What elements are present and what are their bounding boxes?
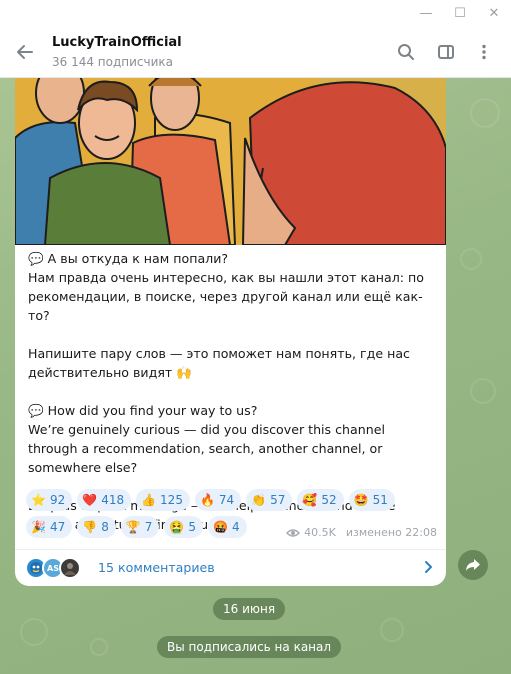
reaction-count: 8 [101, 520, 109, 534]
reaction-star-struck[interactable]: 🤩 51 [348, 489, 395, 511]
person-avatar-icon [64, 563, 76, 575]
reaction-angry[interactable]: 🤬 4 [208, 516, 247, 538]
reaction-count: 418 [101, 493, 125, 507]
trophy-icon: 🏆 [125, 520, 141, 534]
clap-icon: 👏 [251, 493, 267, 507]
thumbs-up-icon: 👍 [141, 493, 157, 507]
eye-icon [286, 528, 301, 537]
reaction-party[interactable]: 🎉 47 [26, 516, 73, 538]
vomit-face-icon: 🤮 [169, 520, 185, 534]
reaction-count: 57 [270, 493, 286, 507]
reaction-count: 47 [49, 520, 66, 534]
background-doodle [470, 98, 500, 128]
share-button[interactable] [458, 550, 488, 580]
reaction-count: 52 [321, 493, 337, 507]
more-vertical-icon [482, 44, 486, 60]
post-illustration[interactable] [15, 78, 446, 245]
sidebar-toggle-button[interactable] [434, 40, 458, 64]
heart-icon: ❤️ [82, 493, 98, 507]
reaction-trophy[interactable]: 🏆 7 [120, 516, 160, 538]
people-crowd-image [15, 78, 446, 245]
window-titlebar: — ☐ ✕ [0, 0, 511, 26]
reaction-count: 4 [231, 520, 240, 534]
share-arrow-icon [466, 559, 480, 571]
commenter-avatars: AS [25, 557, 89, 579]
post-meta: 40.5K изменено 22:08 [286, 526, 437, 539]
sidebar-toggle-icon [438, 45, 454, 59]
chat-header: LuckyTrainOfficial 36 144 подписчика [0, 26, 511, 78]
reaction-smiling-hearts[interactable]: 🥰 52 [297, 489, 344, 511]
comments-count-label: 15 комментариев [98, 560, 215, 575]
reaction-count: 74 [218, 493, 235, 507]
edited-time: изменено 22:08 [345, 526, 437, 539]
service-message: Вы подписались на канал [157, 636, 342, 658]
reaction-vomit[interactable]: 🤮 5 [164, 516, 204, 538]
star-icon: ⭐ [31, 493, 46, 507]
fire-icon: 🔥 [199, 493, 215, 507]
date-badge: 16 июня [213, 598, 286, 620]
reaction-star[interactable]: ⭐ 92 [26, 489, 73, 511]
back-arrow-icon [17, 45, 33, 59]
comments-button[interactable]: AS 15 комментариев [15, 550, 446, 586]
character-avatar-icon [30, 562, 42, 574]
channel-post: 💬 А вы откуда к нам попали? Нам правда о… [15, 78, 446, 586]
background-doodle [20, 618, 48, 646]
reactions-row: ⭐ 92 ❤️ 418 👍 125 🔥 74 👏 57 🥰 52 🤩 51 [26, 489, 446, 511]
reaction-count: 51 [372, 493, 388, 507]
reaction-thumbs-down[interactable]: 👎 8 [77, 516, 116, 538]
view-count: 40.5K [304, 526, 336, 539]
avatar [59, 557, 81, 579]
chevron-right-icon [425, 561, 432, 573]
maximize-button[interactable]: ☐ [443, 0, 477, 26]
reaction-clap[interactable]: 👏 57 [246, 489, 293, 511]
channel-title[interactable]: LuckyTrainOfficial [52, 35, 182, 50]
reaction-thumbs-up[interactable]: 👍 125 [136, 489, 190, 511]
smiling-hearts-icon: 🥰 [302, 493, 318, 507]
reaction-count: 125 [160, 493, 183, 507]
search-button[interactable] [394, 40, 418, 64]
subscriber-count: 36 144 подписчика [52, 55, 174, 69]
background-doodle [460, 248, 482, 270]
search-icon [398, 44, 414, 60]
star-struck-icon: 🤩 [353, 493, 369, 507]
more-button[interactable] [472, 40, 496, 64]
background-doodle [380, 618, 404, 642]
back-button[interactable] [12, 39, 38, 65]
background-doodle [470, 378, 496, 404]
reaction-count: 5 [188, 520, 197, 534]
minimize-button[interactable]: — [409, 0, 443, 26]
reaction-fire[interactable]: 🔥 74 [194, 489, 242, 511]
angry-face-icon: 🤬 [213, 520, 228, 534]
thumbs-down-icon: 👎 [82, 520, 98, 534]
close-button[interactable]: ✕ [477, 0, 511, 26]
party-popper-icon: 🎉 [31, 520, 46, 534]
reaction-count: 7 [144, 520, 153, 534]
background-doodle [90, 638, 108, 656]
reaction-count: 92 [49, 493, 66, 507]
reaction-heart[interactable]: ❤️ 418 [77, 489, 132, 511]
